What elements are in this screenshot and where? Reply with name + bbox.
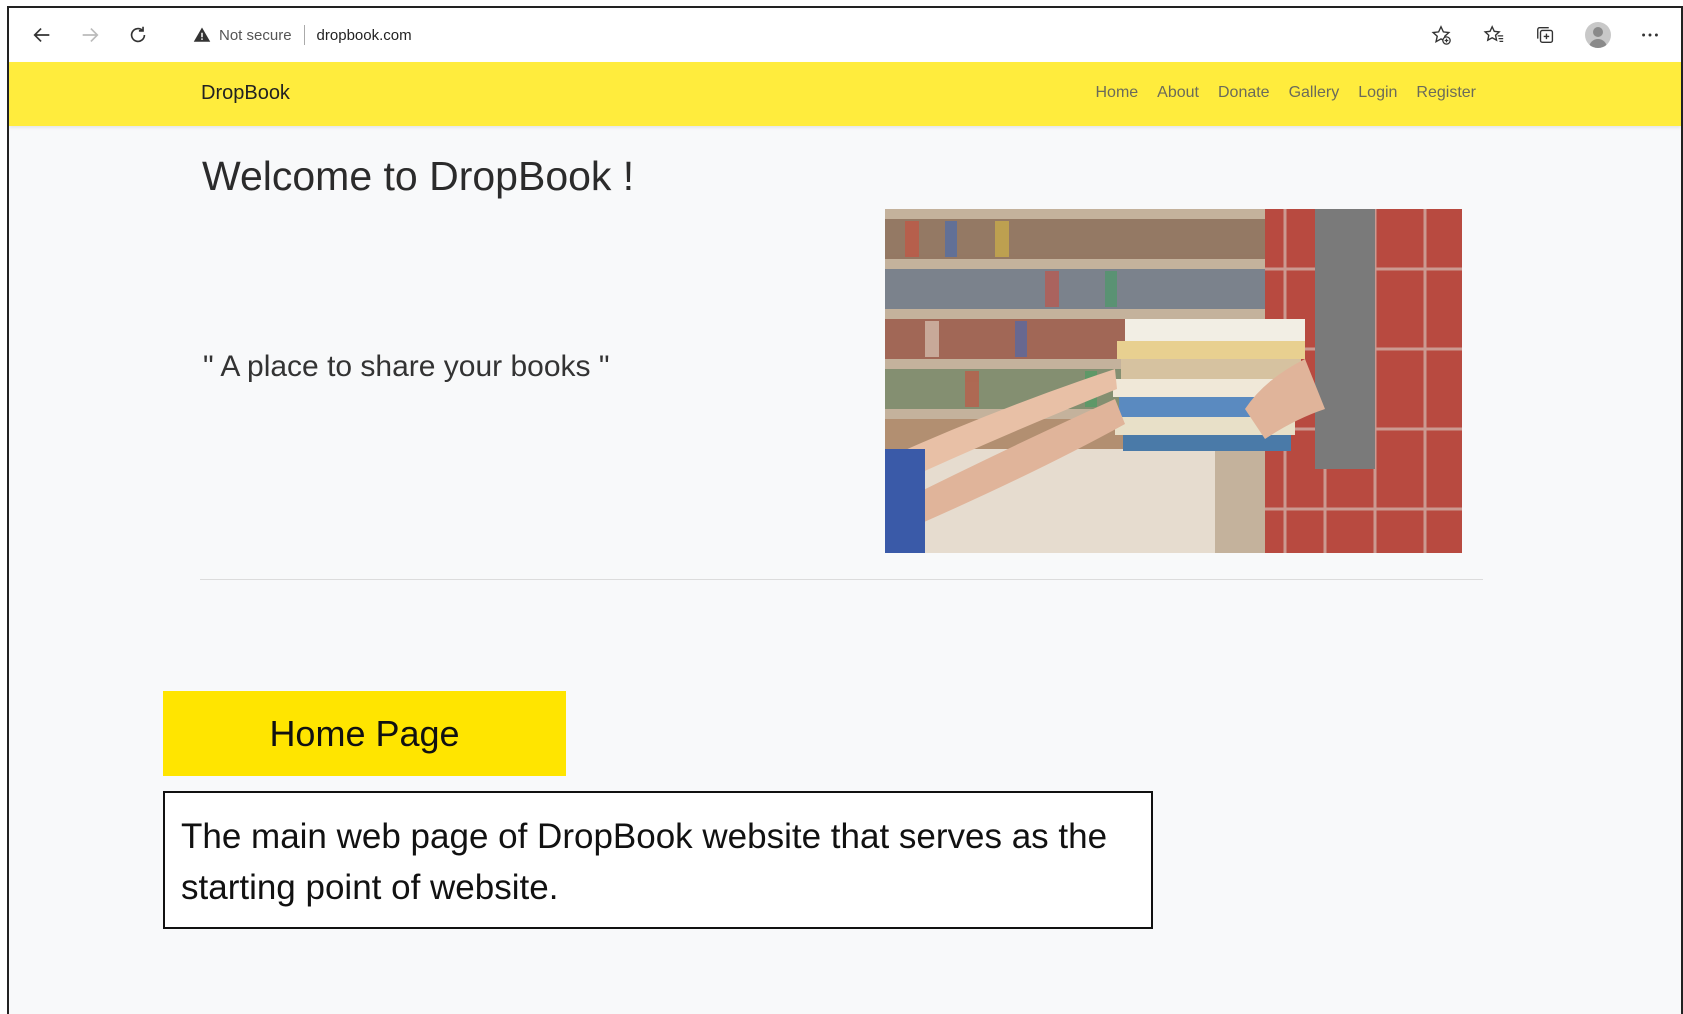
books-exchange-illustration [885,209,1462,553]
add-favorite-icon[interactable] [1430,24,1452,46]
more-button[interactable] [1633,18,1667,52]
more-dots-icon [1642,33,1658,37]
site-brand[interactable]: DropBook [201,82,290,105]
section-divider [200,579,1483,580]
collections-button[interactable] [1529,18,1563,52]
browser-toolbar: Not secure dropbook.com [9,8,1681,62]
warning-icon [193,27,211,42]
annotation-label-text: Home Page [269,712,460,754]
forward-button[interactable] [73,18,107,52]
annotation-description: The main web page of DropBook website th… [163,791,1153,929]
favorites-icon [1483,25,1504,43]
refresh-button[interactable] [121,18,155,52]
nav-links: Home About Donate Gallery Login Register [1095,84,1476,102]
site-navbar: DropBook Home About Donate Gallery Login… [9,62,1681,126]
hero-image [885,209,1462,553]
security-status[interactable]: Not secure [219,27,292,44]
forward-arrow-icon [82,27,99,43]
nav-link-about[interactable]: About [1157,84,1199,102]
page-title: Welcome to DropBook ! [202,153,635,199]
refresh-icon [130,26,146,43]
collections-icon [1537,26,1554,44]
tagline: " A place to share your books " [203,350,610,383]
back-button[interactable] [25,18,59,52]
nav-link-home[interactable]: Home [1095,84,1138,102]
nav-link-gallery[interactable]: Gallery [1289,84,1340,102]
avatar [1585,22,1611,48]
url-text[interactable]: dropbook.com [317,27,412,44]
nav-link-login[interactable]: Login [1358,84,1397,102]
back-arrow-icon [33,27,50,43]
address-separator [303,25,305,45]
annotation-description-text: The main web page of DropBook website th… [181,817,1108,907]
annotation-label: Home Page [163,691,566,776]
profile-button[interactable] [1581,18,1615,52]
nav-link-donate[interactable]: Donate [1218,84,1270,102]
nav-link-register[interactable]: Register [1416,84,1476,102]
address-bar[interactable]: Not secure dropbook.com [179,18,1466,52]
favorites-button[interactable] [1477,18,1511,52]
toolbar-right [1459,8,1681,62]
screenshot-frame: Not secure dropbook.com DropBook Home Ab… [7,6,1683,1014]
